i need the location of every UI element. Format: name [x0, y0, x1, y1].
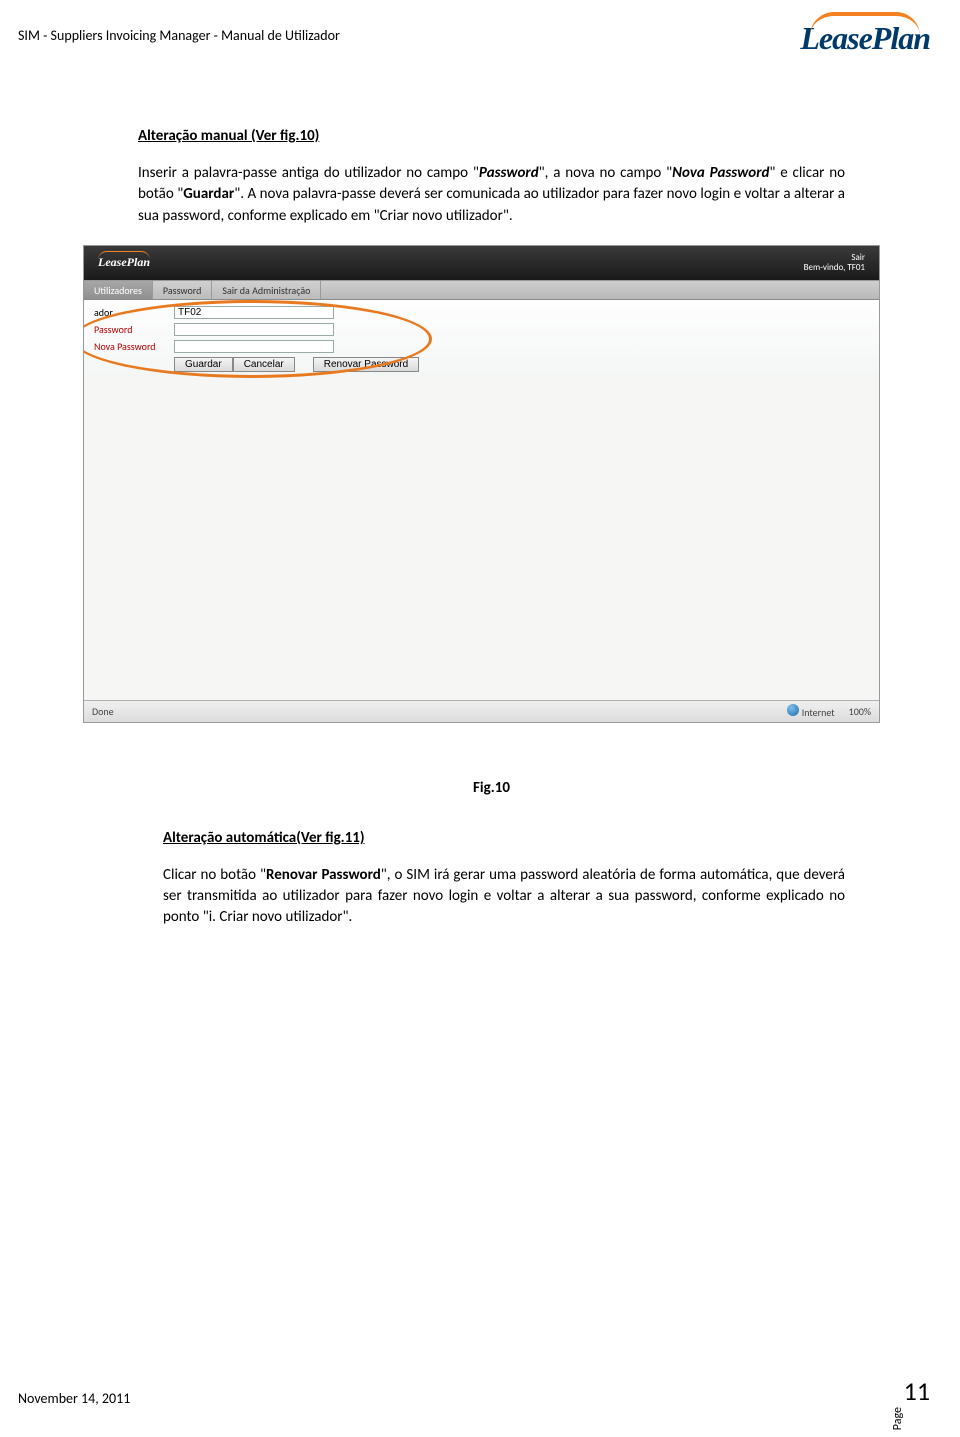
page-number: Page11 [882, 1375, 930, 1407]
section-heading-auto: Alteração automática(Ver fig.11) [163, 829, 845, 847]
browser-statusbar: Done Internet 100% [84, 700, 879, 722]
figure-caption: Fig.10 [138, 779, 845, 797]
doc-header: SIM - Suppliers Invoicing Manager - Manu… [0, 0, 960, 65]
app-logo-arc-icon [98, 251, 150, 260]
new-password-input[interactable] [174, 340, 334, 353]
renovar-password-button[interactable]: Renovar Password [313, 357, 419, 372]
new-password-label: Nova Password [94, 340, 174, 353]
tab-utilizadores[interactable]: Utilizadores [84, 281, 153, 299]
doc-header-title: SIM - Suppliers Invoicing Manager - Manu… [18, 27, 340, 44]
app-logo: LeasePlan [98, 255, 150, 270]
tab-password[interactable]: Password [153, 281, 212, 299]
guardar-button[interactable]: Guardar [174, 357, 233, 372]
globe-icon [787, 704, 799, 716]
welcome-label: Bem-vindo, TF01 [804, 263, 865, 273]
password-input[interactable] [174, 323, 334, 336]
page-footer: November 14, 2011 Page11 [18, 1375, 930, 1407]
paragraph-section1: Inserir a palavra-passe antiga do utiliz… [138, 163, 845, 227]
status-done-label: Done [92, 705, 114, 718]
cancelar-button[interactable]: Cancelar [233, 357, 295, 372]
paragraph-section2: Clicar no botão "Renovar Password", o SI… [163, 865, 845, 929]
user-info: Sair Bem-vindo, TF01 [804, 253, 865, 273]
zoom-level: 100% [849, 705, 871, 718]
footer-date: November 14, 2011 [18, 1390, 130, 1407]
user-input[interactable] [174, 306, 334, 319]
password-label: Password [94, 323, 174, 336]
user-label: ador [94, 306, 174, 319]
leaseplan-logo: LeasePlan [800, 14, 930, 57]
embedded-screenshot: LeasePlan Sair Bem-vindo, TF01 Utilizado… [83, 245, 880, 723]
zone-indicator: Internet [787, 704, 835, 719]
page-content: Alteração manual (Ver fig.10) Inserir a … [0, 65, 960, 929]
app-topbar: LeasePlan Sair Bem-vindo, TF01 [84, 246, 879, 280]
tab-sair-admin[interactable]: Sair da Administração [212, 281, 321, 299]
section-heading-manual: Alteração manual (Ver fig.10) [138, 127, 845, 145]
logo-arc-icon [810, 12, 920, 36]
password-form: ador Password Nova Password Guardar Canc… [84, 300, 879, 376]
admin-tabs: Utilizadores Password Sair da Administra… [84, 280, 879, 300]
